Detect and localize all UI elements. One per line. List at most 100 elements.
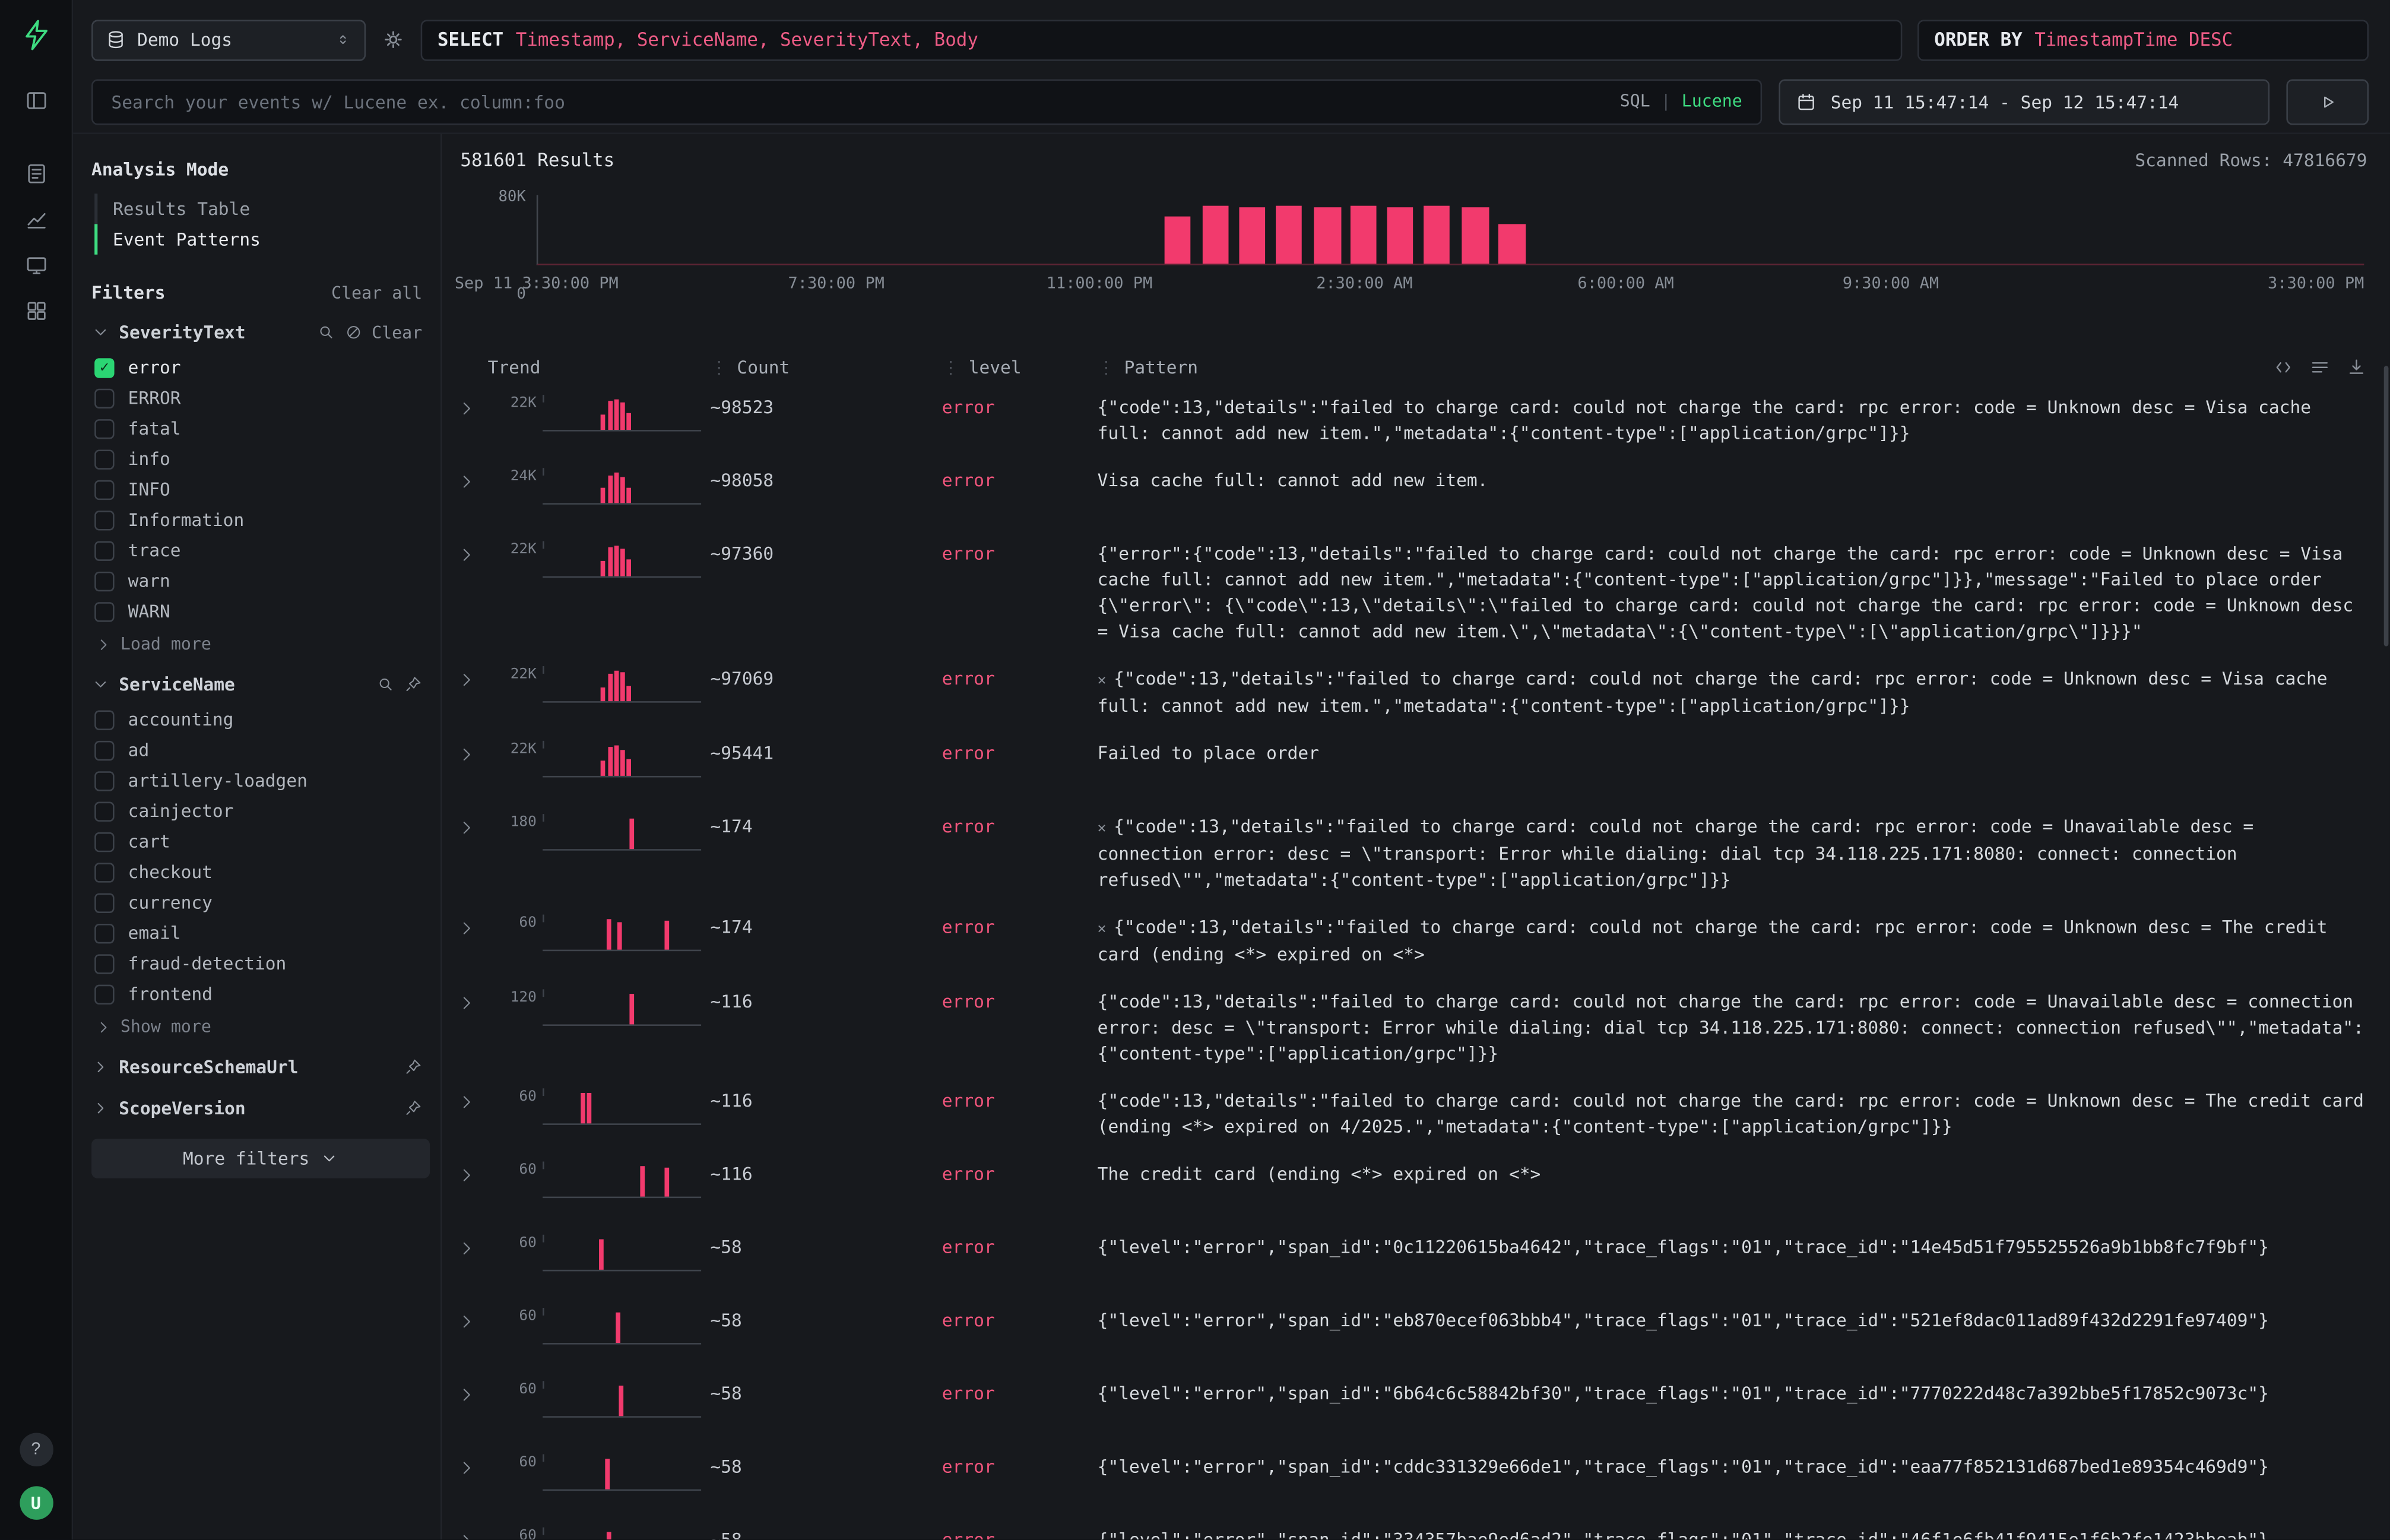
pattern-row[interactable]: 22K~97360error{"error":{"code":13,"detai… bbox=[457, 531, 2367, 656]
filter-option-WARN[interactable]: WARN bbox=[94, 596, 440, 626]
run-query-button[interactable] bbox=[2286, 78, 2369, 124]
load-more-button[interactable]: Load more bbox=[94, 634, 440, 654]
filter-option-trace[interactable]: trace bbox=[94, 535, 440, 565]
pattern-row[interactable]: 60~58error{"level":"error","span_id":"eb… bbox=[457, 1297, 2367, 1370]
histogram-bar[interactable] bbox=[1498, 224, 1525, 264]
filter-option-info[interactable]: info bbox=[94, 443, 440, 474]
slash-circle-icon[interactable] bbox=[344, 323, 363, 341]
filter-option-Information[interactable]: Information bbox=[94, 505, 440, 535]
column-handle-icon[interactable]: ⋮ bbox=[711, 357, 728, 378]
filter-option-frontend[interactable]: frontend bbox=[94, 978, 440, 1009]
dismiss-x-icon[interactable]: ✕ bbox=[1098, 672, 1107, 689]
checkbox-icon[interactable] bbox=[94, 892, 114, 912]
filter-option-cainjector[interactable]: cainjector bbox=[94, 796, 440, 826]
pin-icon[interactable] bbox=[404, 1099, 422, 1117]
facet-clear-button[interactable]: Clear bbox=[372, 322, 422, 342]
checkbox-icon[interactable] bbox=[94, 449, 114, 468]
scrollbar-thumb[interactable] bbox=[2384, 366, 2389, 646]
dismiss-x-icon[interactable]: ✕ bbox=[1098, 820, 1107, 836]
lucene-mode-toggle[interactable]: Lucene bbox=[1682, 91, 1742, 111]
row-settings-icon[interactable] bbox=[2309, 357, 2331, 378]
filter-option-warn[interactable]: warn bbox=[94, 566, 440, 596]
pin-icon[interactable] bbox=[404, 1058, 422, 1076]
column-handle-icon[interactable]: ⋮ bbox=[942, 357, 960, 378]
analysis-mode-results-table[interactable]: Results Table bbox=[94, 194, 440, 224]
pattern-row[interactable]: 120~116error{"code":13,"details":"failed… bbox=[457, 978, 2367, 1078]
histogram-bar[interactable] bbox=[1387, 207, 1414, 264]
expand-row-icon[interactable] bbox=[457, 1235, 487, 1258]
pattern-row[interactable]: 22K~95441errorFailed to place order bbox=[457, 730, 2367, 803]
logs-nav-icon[interactable] bbox=[24, 161, 48, 186]
filter-option-accounting[interactable]: accounting bbox=[94, 704, 440, 734]
histogram-bar[interactable] bbox=[1351, 205, 1377, 264]
checkbox-icon[interactable] bbox=[94, 571, 114, 591]
checkbox-icon[interactable] bbox=[94, 480, 114, 499]
filter-option-currency[interactable]: currency bbox=[94, 887, 440, 917]
histogram-bar[interactable] bbox=[1314, 207, 1341, 264]
pattern-row[interactable]: 22K~97069error✕{"code":13,"details":"fai… bbox=[457, 655, 2367, 730]
histogram-bar[interactable] bbox=[1276, 206, 1302, 264]
chevron-right-icon[interactable] bbox=[91, 1058, 110, 1076]
expand-row-icon[interactable] bbox=[457, 468, 487, 491]
filter-option-ERROR[interactable]: ERROR bbox=[94, 382, 440, 413]
pattern-row[interactable]: 180~174error✕{"code":13,"details":"faile… bbox=[457, 803, 2367, 904]
avatar[interactable]: U bbox=[19, 1486, 52, 1519]
column-header-level[interactable]: ⋮level bbox=[942, 357, 1098, 378]
filter-option-fatal[interactable]: fatal bbox=[94, 413, 440, 443]
checkbox-icon[interactable] bbox=[94, 419, 114, 438]
checkbox-icon[interactable] bbox=[94, 771, 114, 790]
expand-row-icon[interactable] bbox=[457, 541, 487, 564]
filter-option-error[interactable]: ✓error bbox=[94, 352, 440, 382]
pattern-row[interactable]: 22K~98523error{"code":13,"details":"fail… bbox=[457, 384, 2367, 457]
histogram-bar[interactable] bbox=[1424, 206, 1450, 264]
code-view-icon[interactable] bbox=[2272, 357, 2294, 378]
expand-row-icon[interactable] bbox=[457, 814, 487, 837]
checkbox-icon[interactable] bbox=[94, 862, 114, 882]
checkbox-icon[interactable]: ✓ bbox=[94, 357, 114, 377]
chart-nav-icon[interactable] bbox=[24, 207, 48, 232]
checkbox-icon[interactable] bbox=[94, 953, 114, 973]
expand-row-icon[interactable] bbox=[457, 989, 487, 1012]
sidebar-toggle-icon[interactable] bbox=[24, 88, 48, 113]
order-by-input[interactable]: ORDER BY TimestampTime DESC bbox=[1917, 19, 2369, 60]
chevron-right-icon[interactable] bbox=[91, 1099, 110, 1117]
sql-mode-toggle[interactable]: SQL bbox=[1620, 91, 1650, 111]
filter-option-checkout[interactable]: checkout bbox=[94, 857, 440, 887]
filter-option-cart[interactable]: cart bbox=[94, 826, 440, 857]
checkbox-icon[interactable] bbox=[94, 832, 114, 851]
chevron-down-icon[interactable] bbox=[91, 323, 110, 341]
checkbox-icon[interactable] bbox=[94, 388, 114, 407]
checkbox-icon[interactable] bbox=[94, 801, 114, 820]
checkbox-icon[interactable] bbox=[94, 540, 114, 560]
sql-query-input[interactable]: SELECT Timestamp, ServiceName, SeverityT… bbox=[421, 19, 1903, 60]
time-range-picker[interactable]: Sep 11 15:47:14 - Sep 12 15:47:14 bbox=[1779, 78, 2269, 124]
source-selector[interactable]: Demo Logs bbox=[91, 19, 366, 60]
expand-row-icon[interactable] bbox=[457, 666, 487, 689]
monitor-nav-icon[interactable] bbox=[24, 253, 48, 277]
dismiss-x-icon[interactable]: ✕ bbox=[1098, 921, 1107, 937]
filter-option-email[interactable]: email bbox=[94, 918, 440, 948]
filter-option-fraud-detection[interactable]: fraud-detection bbox=[94, 948, 440, 978]
column-header-trend[interactable]: Trend bbox=[488, 357, 711, 378]
histogram-bar[interactable] bbox=[1164, 217, 1191, 264]
column-header-count[interactable]: ⋮Count bbox=[711, 357, 942, 378]
filter-option-INFO[interactable]: INFO bbox=[94, 474, 440, 505]
search-icon[interactable] bbox=[317, 323, 335, 341]
expand-row-icon[interactable] bbox=[457, 1454, 487, 1477]
help-button[interactable]: ? bbox=[19, 1433, 52, 1466]
pattern-row[interactable]: 24K~98058errorVisa cache full: cannot ad… bbox=[457, 457, 2367, 530]
checkbox-icon[interactable] bbox=[94, 923, 114, 943]
download-icon[interactable] bbox=[2346, 357, 2367, 378]
column-handle-icon[interactable]: ⋮ bbox=[1098, 357, 1115, 378]
settings-gear-icon[interactable] bbox=[381, 27, 405, 52]
search-icon[interactable] bbox=[376, 675, 395, 693]
show-more-button[interactable]: Show more bbox=[94, 1017, 440, 1037]
analysis-mode-event-patterns[interactable]: Event Patterns bbox=[94, 224, 440, 254]
histogram-bar[interactable] bbox=[1462, 208, 1489, 264]
app-logo[interactable] bbox=[19, 18, 52, 52]
pin-icon[interactable] bbox=[404, 675, 422, 693]
expand-row-icon[interactable] bbox=[457, 395, 487, 418]
filter-option-ad[interactable]: ad bbox=[94, 735, 440, 765]
expand-row-icon[interactable] bbox=[457, 1088, 487, 1111]
more-filters-button[interactable]: More filters bbox=[91, 1139, 430, 1178]
